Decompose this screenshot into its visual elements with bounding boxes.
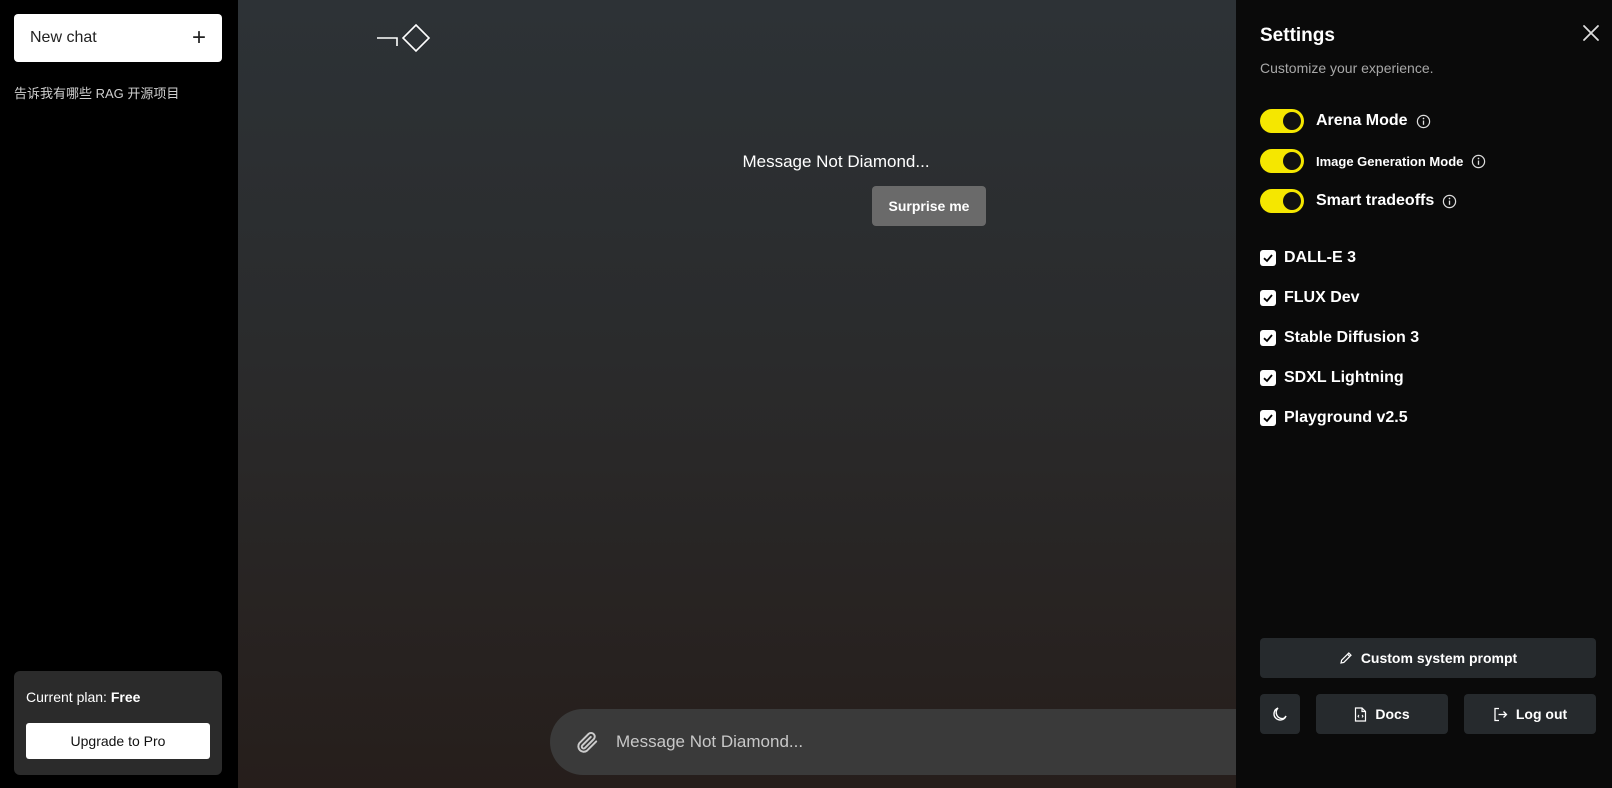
- flux-dev-label: FLUX Dev: [1284, 289, 1360, 306]
- toggle-row-image-generation-mode: Image Generation Mode: [1260, 148, 1486, 174]
- smart-tradeoffs-label: Smart tradeoffs: [1316, 192, 1435, 209]
- model-row-playground-v2-5: Playground v2.5: [1260, 407, 1408, 429]
- close-icon[interactable]: [1580, 22, 1602, 44]
- surprise-me-button[interactable]: Surprise me: [872, 186, 986, 226]
- settings-title: Settings: [1260, 25, 1335, 46]
- stable-diffusion-3-checkbox[interactable]: [1260, 330, 1276, 346]
- check-icon: [1263, 414, 1273, 423]
- info-icon[interactable]: [1471, 154, 1486, 169]
- dall-e-3-checkbox[interactable]: [1260, 250, 1276, 266]
- image-generation-mode-toggle[interactable]: [1260, 149, 1304, 173]
- current-plan: Current plan: Free: [26, 689, 140, 705]
- prompt-title-text: Message Not Diamond...: [742, 152, 930, 171]
- doc-icon: [1355, 706, 1367, 722]
- upgrade-button[interactable]: Upgrade to Pro: [26, 723, 210, 759]
- plan-box: Current plan: Free Upgrade to Pro: [14, 671, 222, 775]
- docs-button[interactable]: Docs: [1316, 694, 1448, 734]
- model-row-stable-diffusion-3: Stable Diffusion 3: [1260, 327, 1419, 349]
- check-icon: [1263, 334, 1273, 343]
- arena-mode-toggle[interactable]: [1260, 109, 1304, 133]
- message-input[interactable]: [616, 727, 1216, 757]
- chat-main: Message Not Diamond... Surprise me: [238, 0, 1270, 788]
- sdxl-lightning-label: SDXL Lightning: [1284, 369, 1404, 386]
- plus-icon: +: [191, 24, 206, 51]
- settings-subtitle: Customize your experience.: [1260, 60, 1434, 76]
- model-row-flux-dev: FLUX Dev: [1260, 287, 1360, 309]
- message-input-bar: [550, 709, 1270, 775]
- new-chat-button[interactable]: New chat +: [14, 14, 222, 62]
- info-icon[interactable]: [1442, 194, 1457, 209]
- custom-system-prompt-button[interactable]: Custom system prompt: [1260, 638, 1596, 678]
- plan-value: Free: [110, 689, 141, 705]
- chat-history-item[interactable]: 告诉我有哪些 RAG 开源项目: [14, 83, 179, 102]
- sidebar: New chat + 告诉我有哪些 RAG 开源项目 Current plan:…: [0, 0, 238, 788]
- stable-diffusion-3-label: Stable Diffusion 3: [1284, 329, 1420, 346]
- logout-icon: [1494, 707, 1508, 721]
- toggle-row-arena-mode: Arena Mode: [1260, 108, 1431, 134]
- info-icon[interactable]: [1416, 114, 1431, 129]
- new-chat-label: New chat: [30, 29, 97, 46]
- theme-toggle-button[interactable]: [1260, 694, 1300, 734]
- flux-dev-checkbox[interactable]: [1260, 290, 1276, 306]
- check-icon: [1263, 294, 1273, 303]
- settings-panel: Settings Customize your experience. Aren…: [1236, 0, 1612, 788]
- logo-icon: [377, 24, 431, 53]
- plan-label: Current plan:: [26, 689, 107, 705]
- docs-label: Docs: [1375, 706, 1410, 722]
- paperclip-icon[interactable]: [574, 729, 600, 755]
- log-out-label: Log out: [1515, 706, 1568, 722]
- pencil-icon: [1340, 652, 1352, 664]
- smart-tradeoffs-toggle[interactable]: [1260, 189, 1304, 213]
- arena-mode-label: Arena Mode: [1316, 112, 1408, 129]
- check-icon: [1263, 374, 1273, 383]
- custom-system-prompt-label: Custom system prompt: [1360, 650, 1518, 666]
- image-generation-mode-label: Image Generation Mode: [1316, 153, 1464, 169]
- check-icon: [1263, 254, 1273, 263]
- model-row-sdxl-lightning: SDXL Lightning: [1260, 367, 1404, 389]
- model-row-dall-e-3: DALL-E 3: [1260, 247, 1356, 269]
- sdxl-lightning-checkbox[interactable]: [1260, 370, 1276, 386]
- toggle-row-smart-tradeoffs: Smart tradeoffs: [1260, 188, 1457, 214]
- dall-e-3-label: DALL-E 3: [1284, 249, 1356, 266]
- playground-v2-5-label: Playground v2.5: [1284, 409, 1408, 426]
- playground-v2-5-checkbox[interactable]: [1260, 410, 1276, 426]
- log-out-button[interactable]: Log out: [1464, 694, 1596, 734]
- moon-icon: [1273, 707, 1287, 721]
